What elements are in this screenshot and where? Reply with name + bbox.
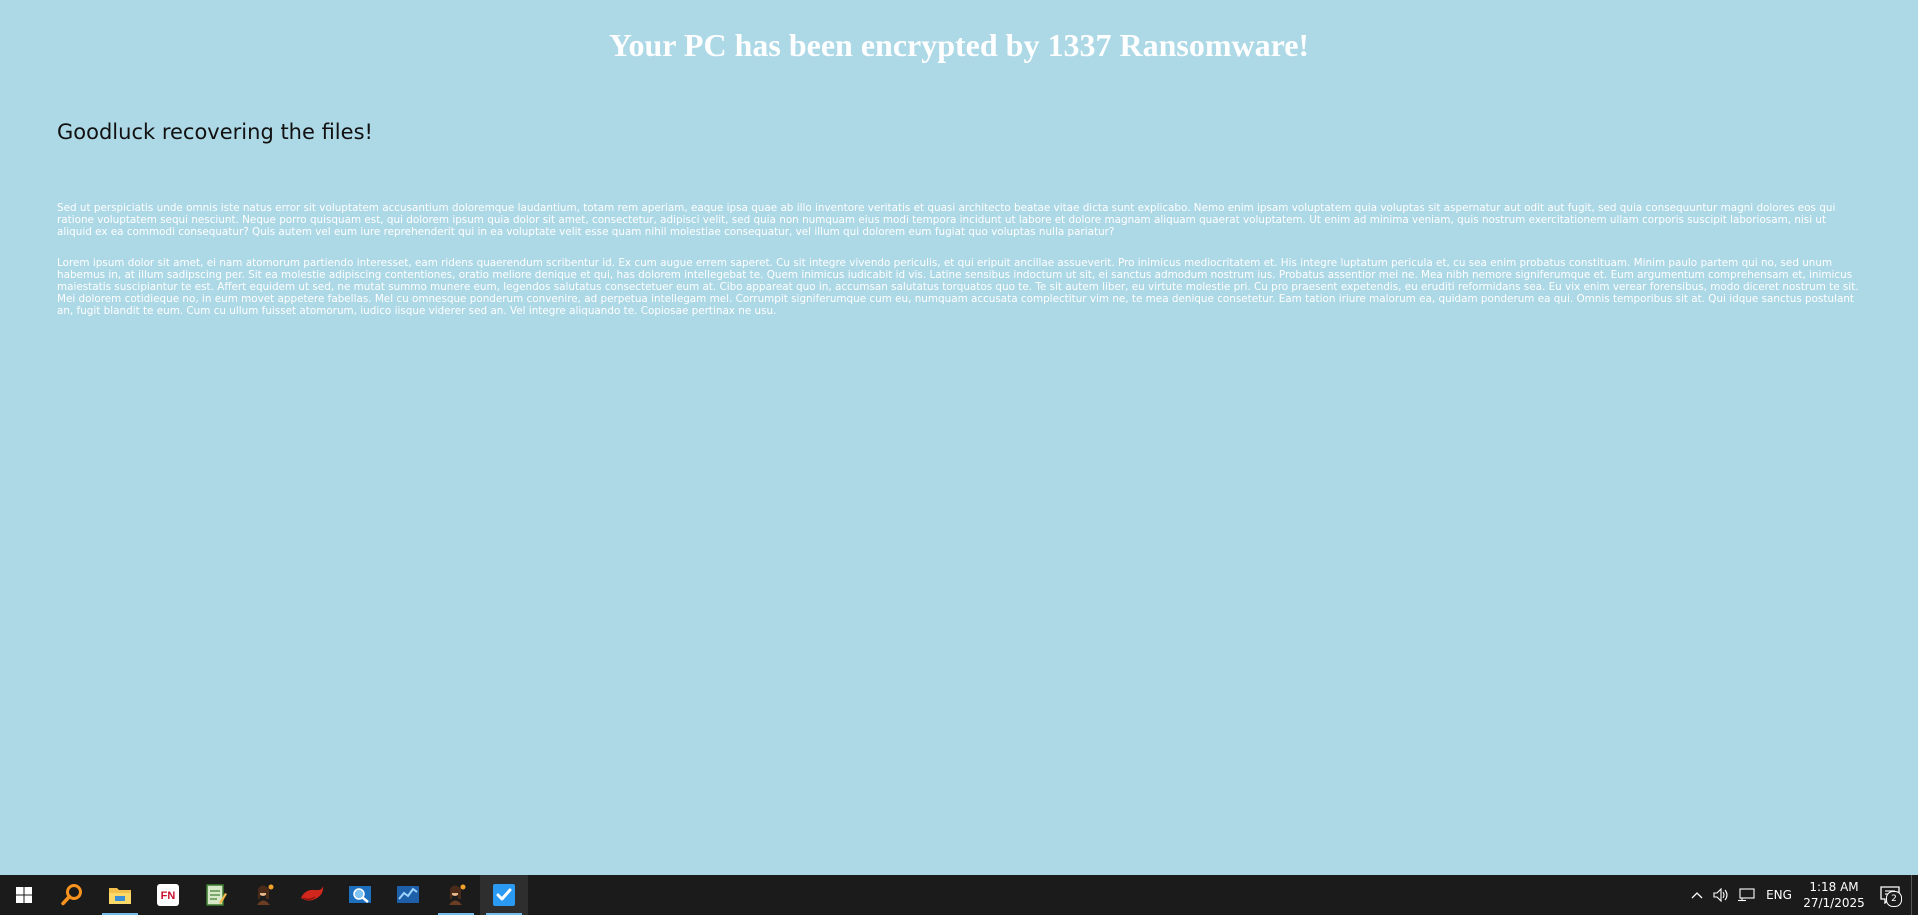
clock[interactable]: 1:18 AM 27/1/2025 — [1799, 879, 1869, 911]
clock-date: 27/1/2025 — [1803, 896, 1865, 910]
network-button[interactable] — [1733, 875, 1759, 915]
system-tray: ENG 1:18 AM 27/1/2025 2 — [1685, 875, 1918, 915]
taskbar-app-blue-search[interactable] — [336, 875, 384, 915]
notepad-app-icon — [206, 884, 227, 906]
taskbar-app-checkmark[interactable] — [480, 875, 528, 915]
character-app-icon — [257, 884, 274, 905]
show-desktop-button[interactable] — [1911, 875, 1918, 915]
windows-start-icon — [16, 887, 32, 903]
body-paragraph-1: Sed ut perspiciatis unde omnis iste natu… — [57, 202, 1836, 238]
file-explorer-icon — [109, 888, 131, 904]
speaker-icon — [1713, 888, 1728, 902]
red-app-icon — [301, 886, 324, 901]
blue-search-app-icon — [349, 886, 371, 903]
show-hidden-icons-button[interactable] — [1685, 875, 1709, 915]
action-center-button[interactable]: 2 — [1869, 875, 1911, 915]
clock-time: 1:18 AM — [1809, 880, 1859, 894]
fn-app-icon: FN — [157, 884, 179, 906]
chevron-up-icon — [1691, 892, 1703, 899]
network-icon — [1738, 888, 1755, 902]
page-subtitle: Goodluck recovering the files! — [57, 120, 373, 144]
taskbar-app-character[interactable] — [240, 875, 288, 915]
page-title: Your PC has been encrypted by 1337 Ranso… — [608, 27, 1310, 63]
svg-text:FN: FN — [161, 890, 176, 902]
taskbar-app-chart[interactable] — [384, 875, 432, 915]
start-button[interactable] — [0, 875, 48, 915]
taskbar-app-file-explorer[interactable] — [96, 875, 144, 915]
ransom-note-page: Your PC has been encrypted by 1337 Ranso… — [0, 0, 1918, 875]
taskbar: FN ENG 1:18 AM 27/1/2025 2 — [0, 875, 1918, 915]
notification-count-badge: 2 — [1886, 891, 1902, 907]
search-magnifier-icon — [61, 884, 82, 906]
search-button[interactable] — [48, 875, 96, 915]
taskbar-app-character-2[interactable] — [432, 875, 480, 915]
taskbar-app-red[interactable] — [288, 875, 336, 915]
taskbar-app-fn[interactable]: FN — [144, 875, 192, 915]
chart-app-icon — [397, 886, 419, 903]
body-paragraph-2: Lorem ipsum dolor sit amet, ei nam atomo… — [57, 257, 1859, 317]
taskbar-app-notepad[interactable] — [192, 875, 240, 915]
character-app-icon-2 — [449, 884, 466, 905]
language-indicator[interactable]: ENG — [1759, 875, 1799, 915]
volume-button[interactable] — [1709, 875, 1733, 915]
checkmark-app-icon — [493, 884, 515, 906]
